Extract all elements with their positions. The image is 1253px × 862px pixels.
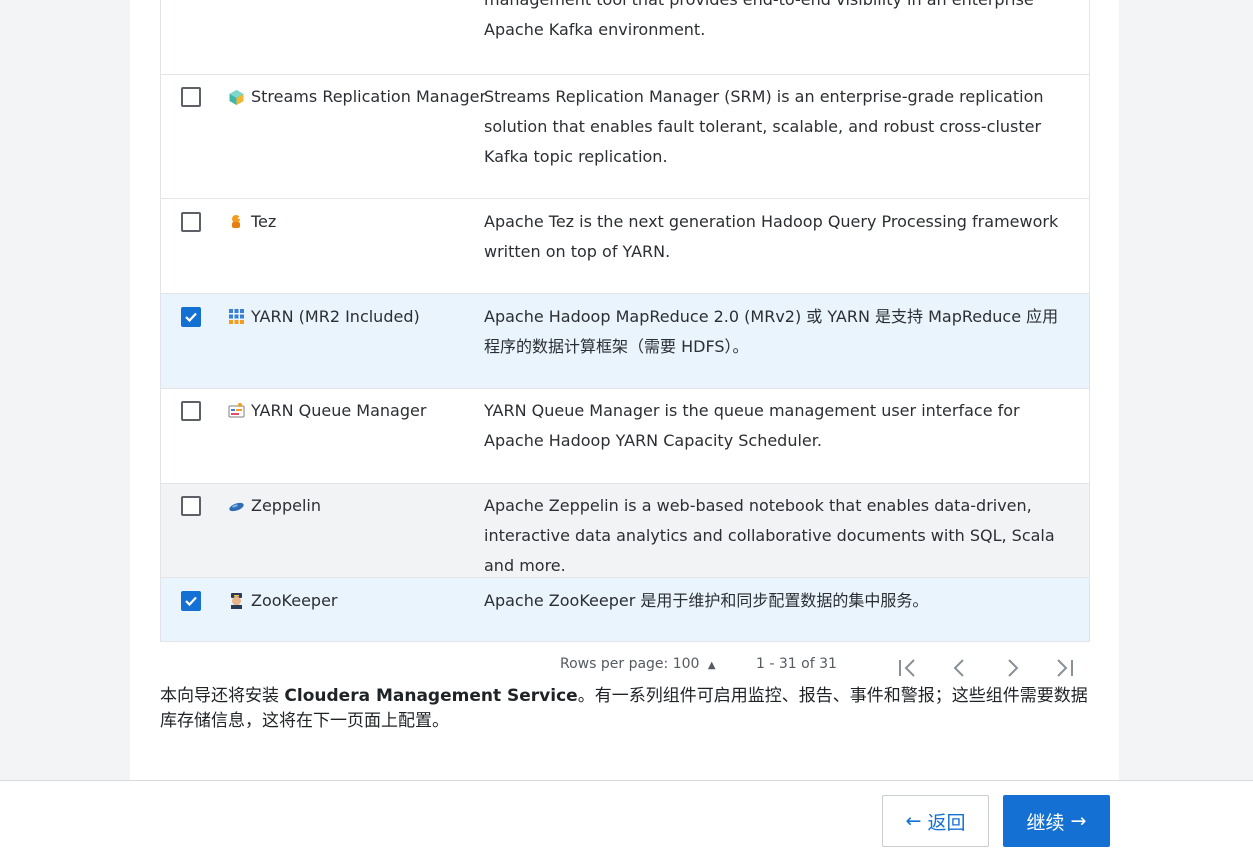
zeppelin-icon [229, 502, 244, 512]
table-row[interactable]: YARN Queue Manager YARN Queue Manager is… [161, 388, 1089, 483]
note-prefix: 本向导还将安装 [160, 686, 285, 706]
wizard-footer: ← 返回 继续 → [0, 780, 1253, 862]
service-description: Apache Zeppelin is a web-based notebook … [484, 496, 1055, 575]
rows-per-page-label: Rows per page: 100 [560, 656, 700, 672]
streams-replication-manager-icon [229, 90, 244, 105]
continue-button[interactable]: 继续 → [1003, 795, 1110, 847]
table-row: management tool that provides end-to-end… [161, 0, 1089, 74]
service-description: Apache Tez is the next generation Hadoop… [484, 212, 1059, 261]
last-page-icon[interactable] [1052, 656, 1076, 680]
service-name: Streams Replication Manager [251, 87, 487, 106]
page-range: 1 - 31 of 31 [756, 656, 837, 672]
service-name: Tez [251, 212, 277, 231]
table-row[interactable]: YARN (MR2 Included) Apache Hadoop MapRed… [161, 293, 1089, 388]
service-name: Zeppelin [251, 496, 321, 515]
table-row[interactable]: Tez Apache Tez is the next generation Ha… [161, 198, 1089, 293]
service-description: management tool that provides end-to-end… [484, 0, 1034, 39]
back-button[interactable]: ← 返回 [882, 795, 989, 847]
services-table: management tool that provides end-to-end… [160, 0, 1090, 642]
row-checkbox-checked[interactable] [181, 591, 201, 611]
row-checkbox[interactable] [181, 87, 201, 107]
tez-icon [232, 215, 240, 228]
arrow-right-icon: → [1070, 810, 1087, 832]
service-description: Apache Hadoop MapReduce 2.0 (MRv2) 或 YAR… [484, 307, 1059, 356]
zookeeper-icon [231, 593, 242, 609]
service-name: ZooKeeper [251, 591, 338, 610]
caret-up-icon: ▲ [707, 660, 716, 671]
service-name: YARN Queue Manager [251, 401, 427, 420]
table-row[interactable]: ZooKeeper Apache ZooKeeper 是用于维护和同步配置数据的… [161, 577, 1089, 641]
first-page-icon[interactable] [896, 656, 920, 680]
back-button-label: 返回 [927, 811, 966, 834]
management-service-note: 本向导还将安装 Cloudera Management Service。有一系列… [160, 684, 1095, 734]
note-service-name: Cloudera Management Service [284, 686, 578, 706]
arrow-left-icon: ← [905, 810, 922, 832]
previous-page-icon[interactable] [948, 656, 972, 680]
row-checkbox[interactable] [181, 496, 201, 516]
table-row[interactable]: Zeppelin Apache Zeppelin is a web-based … [161, 483, 1089, 577]
row-checkbox[interactable] [181, 212, 201, 232]
row-checkbox[interactable] [181, 401, 201, 421]
continue-button-label: 继续 [1026, 811, 1065, 834]
row-checkbox-checked[interactable] [181, 307, 201, 327]
yarn-icon [229, 309, 244, 324]
table-row[interactable]: Streams Replication Manager Streams Repl… [161, 74, 1089, 198]
service-description: Apache ZooKeeper 是用于维护和同步配置数据的集中服务。 [484, 591, 929, 610]
service-description: Streams Replication Manager (SRM) is an … [484, 87, 1044, 166]
yarn-queue-manager-icon [228, 403, 245, 418]
service-name: YARN (MR2 Included) [251, 307, 420, 326]
rows-per-page-selector[interactable]: Rows per page: 100 ▲ [560, 656, 716, 672]
next-page-icon[interactable] [1000, 656, 1024, 680]
service-description: YARN Queue Manager is the queue manageme… [484, 401, 1020, 450]
